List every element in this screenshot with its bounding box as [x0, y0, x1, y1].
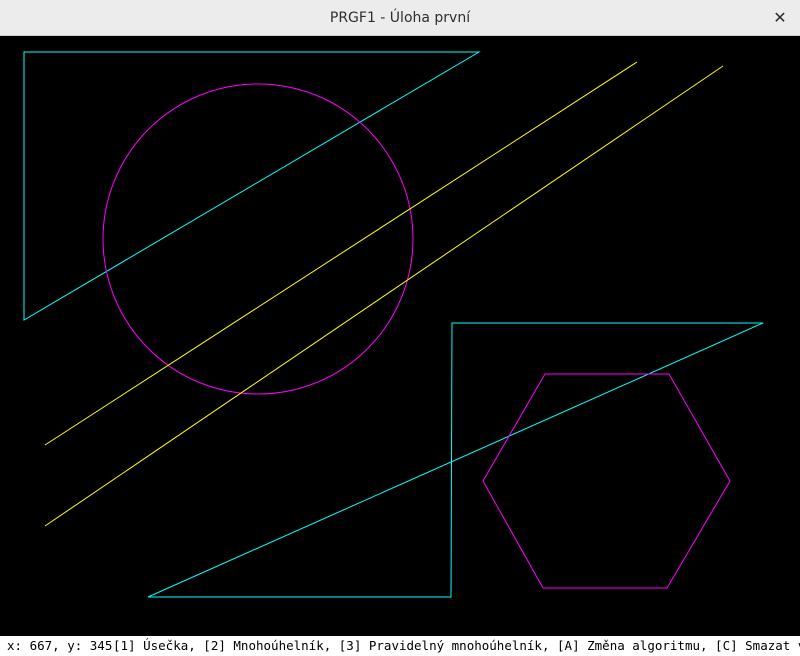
drawing-canvas[interactable] [0, 36, 800, 636]
title-bar: PRGF1 - Úloha první ✕ [0, 0, 800, 36]
line-segment-1 [44, 61, 638, 446]
status-bar: x: 667, y: 345 [1] Úsečka, [2] Mnohoúhel… [0, 636, 800, 656]
polygon-quad [147, 322, 764, 598]
cursor-coordinates: x: 667, y: 345 [7, 638, 113, 653]
close-icon[interactable]: ✕ [770, 8, 790, 28]
drawing-surface[interactable] [0, 36, 800, 636]
window-title: PRGF1 - Úloha první [329, 10, 471, 26]
regular-polygon-hexagon [482, 373, 731, 589]
line-segment-2 [44, 65, 724, 527]
polygon-triangle [23, 51, 481, 321]
regular-polygon-circle [102, 83, 414, 395]
app-window: PRGF1 - Úloha první ✕ x: 667, y: 345 [1]… [0, 0, 800, 656]
keyboard-shortcuts-help: [1] Úsečka, [2] Mnohoúhelník, [3] Pravid… [113, 638, 800, 653]
